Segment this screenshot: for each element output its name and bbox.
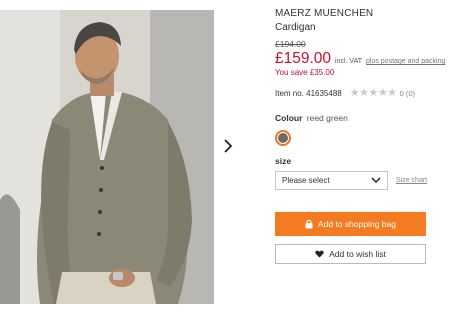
star-icon: ★	[377, 87, 388, 99]
brand-name[interactable]: MAERZ MUENCHEN	[275, 8, 470, 20]
product-image[interactable]	[0, 10, 214, 304]
add-to-bag-button[interactable]: Add to shopping bag	[275, 212, 426, 236]
star-icon: ★	[359, 87, 369, 99]
star-icon: ★	[387, 87, 397, 99]
size-chart-link[interactable]: Size chart	[396, 177, 427, 184]
chevron-right-icon	[224, 139, 233, 153]
rating-stars[interactable]: ★ ★ ★ ★ ★	[349, 87, 397, 99]
size-label: size	[275, 156, 292, 166]
size-select[interactable]: Please select	[275, 171, 388, 190]
postage-link[interactable]: plus postage and packing	[366, 58, 445, 65]
item-row: Item no. 41635488 ★ ★ ★ ★ ★ 0 (0)	[275, 87, 470, 99]
size-select-value: Please select	[282, 176, 330, 185]
old-price: £194.00	[275, 39, 306, 49]
next-image-button[interactable]	[219, 135, 237, 157]
vat-note: incl. VAT	[335, 58, 362, 65]
rating-count[interactable]: 0 (0)	[400, 89, 415, 98]
product-info: MAERZ MUENCHEN Cardigan £194.00 £159.00 …	[275, 8, 470, 190]
chevron-down-icon	[371, 177, 381, 184]
current-price: £159.00	[275, 50, 332, 67]
colour-label: Colour	[275, 113, 303, 123]
add-to-wishlist-label: Add to wish list	[329, 249, 386, 259]
add-to-bag-label: Add to shopping bag	[318, 219, 396, 229]
heart-icon	[315, 250, 324, 258]
star-icon: ★	[368, 87, 378, 99]
savings-text: You save £35.00	[275, 68, 335, 77]
shopping-bag-icon	[305, 219, 313, 229]
item-number: Item no. 41635488	[275, 88, 342, 98]
add-to-wishlist-button[interactable]: Add to wish list	[275, 244, 426, 264]
star-icon: ★	[349, 87, 360, 99]
swatch-color	[278, 133, 288, 143]
product-title: Cardigan	[275, 22, 316, 33]
price-row: £159.00 incl. VAT plus postage and packi…	[275, 50, 470, 68]
size-row: Please select Size chart	[275, 171, 470, 190]
colour-row: Colour reed green	[275, 113, 470, 123]
colour-value: reed green	[306, 113, 348, 123]
colour-swatch-reed-green[interactable]	[275, 130, 291, 146]
